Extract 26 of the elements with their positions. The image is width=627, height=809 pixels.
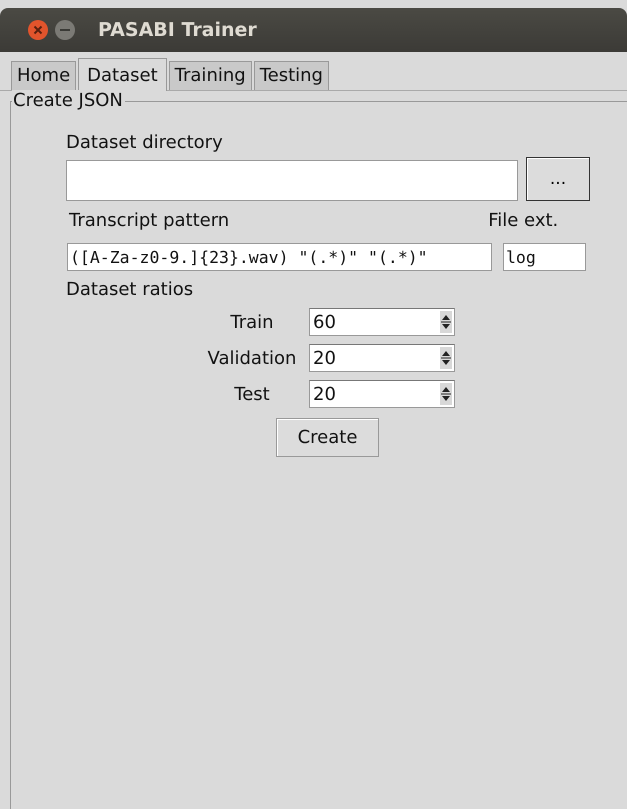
tab[interactable]: Testing <box>254 61 329 90</box>
spin-arrows-icon[interactable] <box>440 347 452 369</box>
spin-arrows-icon[interactable] <box>440 311 452 333</box>
field-label: File ext. <box>488 210 558 231</box>
create-button[interactable]: Create <box>276 418 379 457</box>
spin-box[interactable]: 60 <box>309 308 455 336</box>
input-field[interactable]: ([A-Za-z0-9.]{23}.wav) "(.*)" "(.*)" <box>67 243 492 271</box>
section-label: Dataset ratios <box>66 279 194 300</box>
window-title: PASABI Trainer <box>98 19 257 41</box>
tab[interactable]: Training <box>168 61 252 90</box>
input-field[interactable]: log <box>503 243 586 271</box>
minimize-icon[interactable] <box>54 19 76 41</box>
spin-arrows-icon[interactable] <box>440 383 452 405</box>
group-title: Create JSON <box>12 90 125 111</box>
field-label: Dataset directory <box>66 132 224 153</box>
field-label: Train <box>229 312 275 332</box>
field-label: Test <box>233 384 271 404</box>
tab[interactable]: Home <box>11 61 76 90</box>
spin-box[interactable]: 20 <box>309 380 455 408</box>
browse-button[interactable]: ... <box>526 157 590 201</box>
input-field[interactable] <box>66 160 518 201</box>
close-icon[interactable] <box>27 19 49 41</box>
field-label: Transcript pattern <box>69 210 230 231</box>
tab[interactable]: Dataset <box>78 58 167 91</box>
field-label: Validation <box>206 348 298 368</box>
spin-box[interactable]: 20 <box>309 344 455 372</box>
